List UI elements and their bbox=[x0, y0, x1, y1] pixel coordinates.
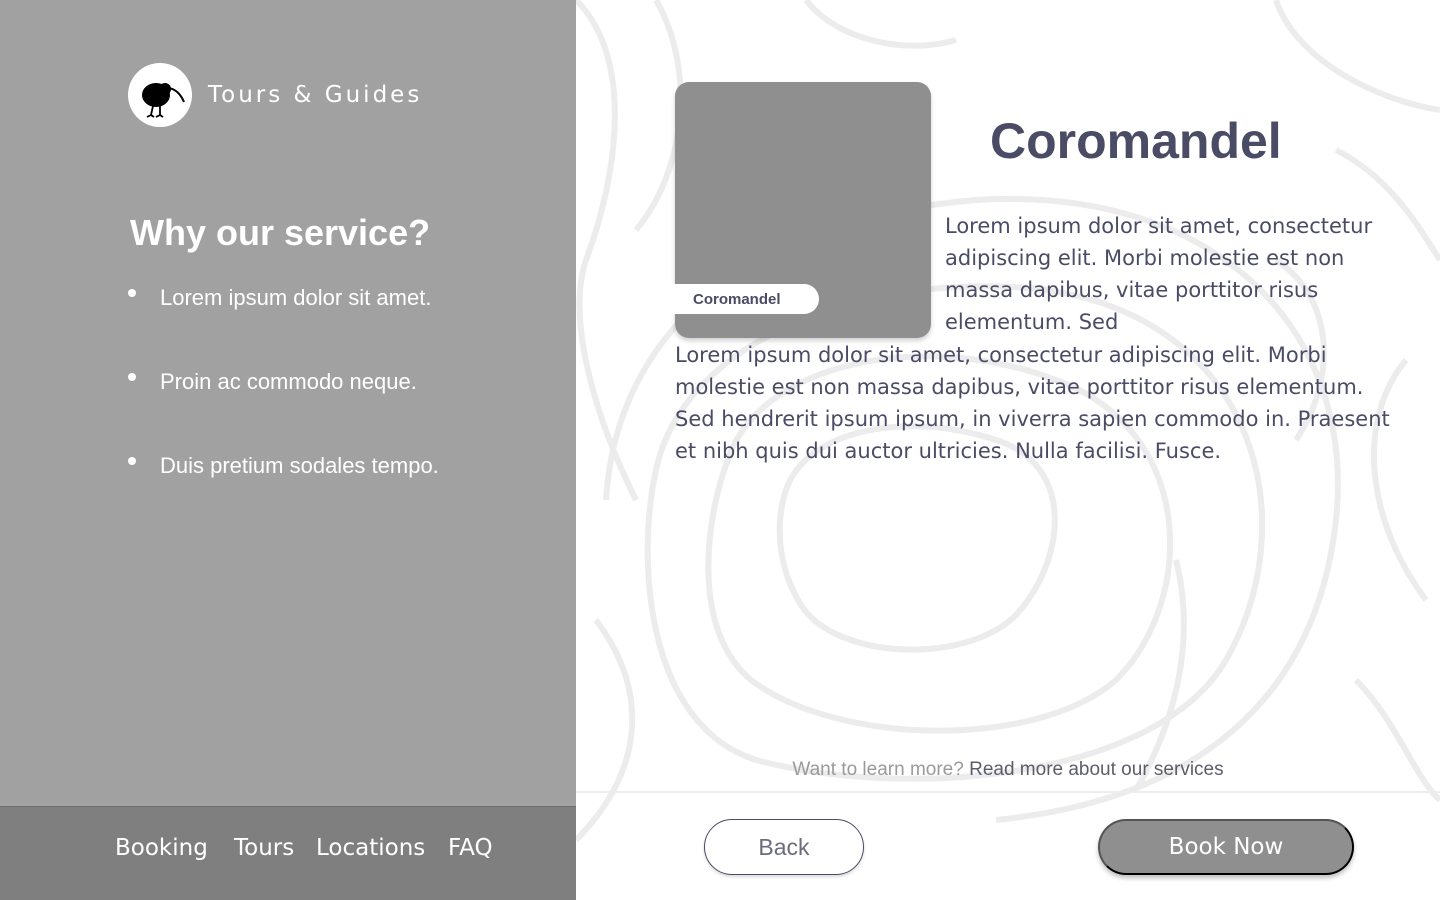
left-panel: Tours & Guides Why our service? Lorem ip… bbox=[0, 0, 576, 900]
divider bbox=[576, 791, 1440, 793]
nav-item-tours[interactable]: Tours bbox=[234, 835, 294, 861]
kiwi-bird-icon bbox=[128, 63, 192, 127]
why-list-item: Duis pretium sodales tempo. bbox=[128, 448, 439, 532]
why-list-item: Lorem ipsum dolor sit amet. bbox=[128, 280, 439, 364]
nav-item-booking[interactable]: Booking bbox=[115, 835, 208, 861]
brand-name: Tours & Guides bbox=[208, 82, 423, 108]
nav-item-locations[interactable]: Locations bbox=[316, 835, 425, 861]
bottom-nav: Booking Tours Locations FAQ bbox=[0, 806, 576, 900]
book-now-button[interactable]: Book Now bbox=[1098, 819, 1354, 875]
why-item-text: Duis pretium sodales tempo. bbox=[160, 453, 439, 478]
why-item-text: Proin ac commodo neque. bbox=[160, 369, 417, 394]
brand[interactable]: Tours & Guides bbox=[128, 63, 422, 127]
back-button[interactable]: Back bbox=[704, 819, 864, 875]
bullet-icon bbox=[128, 289, 136, 297]
why-list: Lorem ipsum dolor sit amet. Proin ac com… bbox=[128, 280, 439, 532]
description-intro: Lorem ipsum dolor sit amet, consectetur … bbox=[945, 214, 1373, 334]
bullet-icon bbox=[128, 457, 136, 465]
right-panel: Coromandel Coromandel Lorem ipsum dolor … bbox=[576, 0, 1440, 900]
description-main: Lorem ipsum dolor sit amet, consectetur … bbox=[675, 343, 1390, 463]
page-title: Coromandel bbox=[990, 113, 1282, 169]
why-item-text: Lorem ipsum dolor sit amet. bbox=[160, 285, 432, 310]
read-more-link[interactable]: Read more about our services bbox=[969, 759, 1224, 780]
bullet-icon bbox=[128, 373, 136, 381]
why-list-item: Proin ac commodo neque. bbox=[128, 364, 439, 448]
learn-more-prompt: Want to learn more? bbox=[792, 759, 964, 780]
image-tag: Coromandel bbox=[668, 284, 819, 314]
learn-more: Want to learn more? Read more about our … bbox=[576, 759, 1440, 781]
why-title: Why our service? bbox=[130, 212, 431, 253]
nav-item-faq[interactable]: FAQ bbox=[448, 835, 493, 861]
